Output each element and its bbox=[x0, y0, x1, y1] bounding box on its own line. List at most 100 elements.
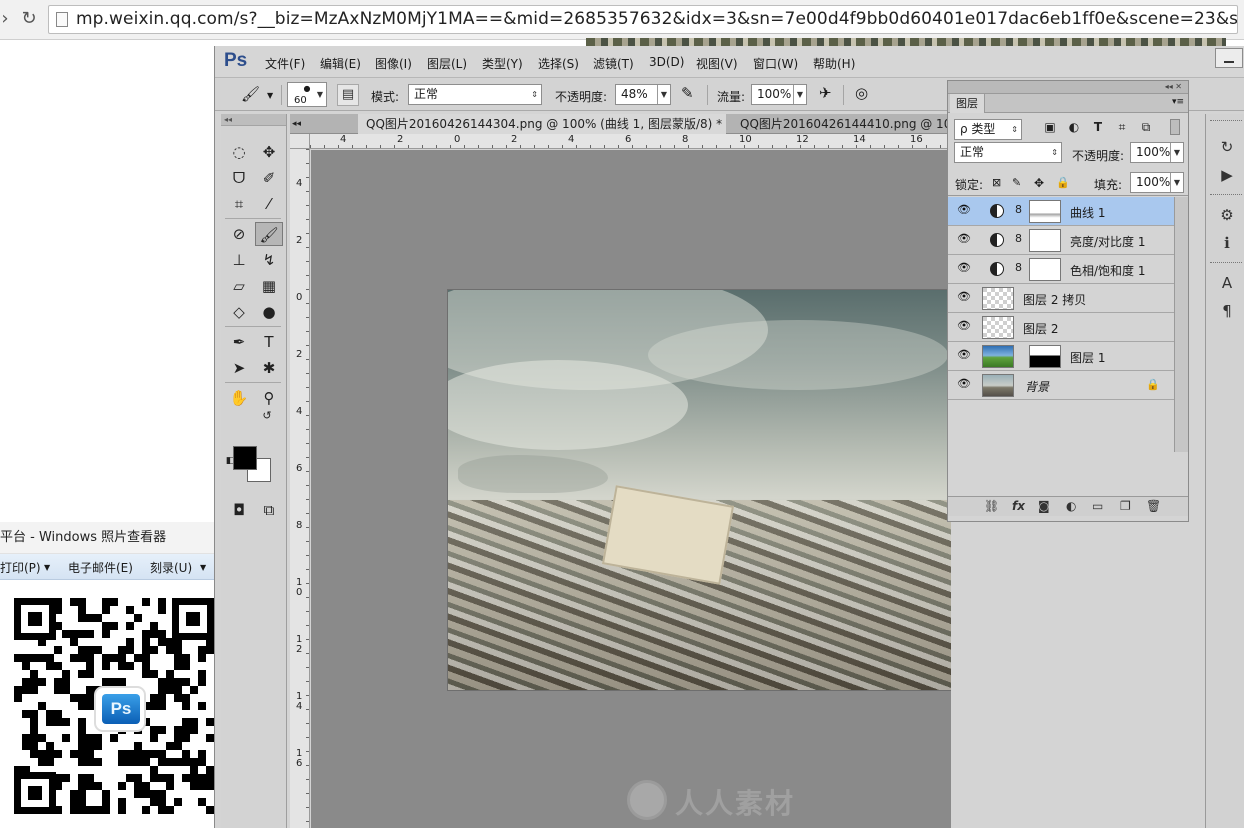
menu-image[interactable]: 图像(I) bbox=[375, 55, 412, 72]
actions-play-icon[interactable]: ▶ bbox=[1216, 164, 1238, 186]
marquee-tool-icon[interactable]: ◌ bbox=[225, 140, 253, 164]
quick-select-tool-icon[interactable]: ✐ bbox=[255, 166, 283, 190]
clone-stamp-tool-icon[interactable]: ⊥ bbox=[225, 248, 253, 272]
menu-window[interactable]: 窗口(W) bbox=[753, 55, 798, 72]
eyedropper-tool-icon[interactable]: ⁄ bbox=[255, 192, 283, 216]
layer-row-hue-saturation[interactable]: 👁 8 色相/饱和度 1 bbox=[948, 255, 1174, 284]
layer-row-brightness-contrast[interactable]: 👁 8 亮度/对比度 1 bbox=[948, 226, 1174, 255]
layer-row-layer1[interactable]: 👁 图层 1 bbox=[948, 342, 1174, 371]
visibility-eye-icon[interactable]: 👁 bbox=[956, 378, 972, 390]
layer-mask-thumbnail[interactable] bbox=[1029, 229, 1061, 252]
lock-image-icon[interactable]: ✎ bbox=[1012, 176, 1021, 189]
layer-thumbnail[interactable] bbox=[982, 345, 1014, 368]
visibility-eye-icon[interactable]: 👁 bbox=[956, 204, 972, 216]
character-icon[interactable]: A bbox=[1216, 272, 1238, 294]
new-layer-icon[interactable]: ❐ bbox=[1120, 499, 1131, 513]
flow-input[interactable]: 100% ▼ bbox=[751, 84, 807, 105]
canvas-area[interactable]: 人人素材 bbox=[311, 150, 951, 828]
brush-tool-icon[interactable]: 🖌 bbox=[255, 222, 283, 246]
visibility-eye-icon[interactable]: 👁 bbox=[956, 262, 972, 274]
history-brush-tool-icon[interactable]: ↯ bbox=[255, 248, 283, 272]
brush-tool-icon[interactable]: 🖌 bbox=[241, 85, 260, 103]
dodge-tool-icon[interactable]: ● bbox=[255, 300, 283, 324]
menu-help[interactable]: 帮助(H) bbox=[813, 55, 855, 72]
layer-mask-thumbnail[interactable] bbox=[1029, 345, 1061, 368]
link-icon[interactable]: 8 bbox=[1015, 261, 1022, 274]
filter-adjustment-icon[interactable]: ◐ bbox=[1066, 119, 1082, 135]
brush-preset-picker[interactable]: ● 60 ▼ bbox=[287, 82, 327, 107]
tabs-collapse-icon[interactable]: ◂◂ bbox=[290, 114, 304, 134]
lock-all-icon[interactable]: 🔒 bbox=[1056, 176, 1070, 189]
layers-scrollbar[interactable] bbox=[1174, 197, 1188, 452]
forward-icon[interactable]: › bbox=[0, 8, 16, 30]
blur-tool-icon[interactable]: ◇ bbox=[225, 300, 253, 324]
swap-colors-icon[interactable]: ↺ bbox=[259, 408, 275, 424]
link-icon[interactable]: 8 bbox=[1015, 203, 1022, 216]
delete-layer-icon[interactable]: 🗑 bbox=[1146, 499, 1161, 513]
history-icon[interactable]: ↻ bbox=[1216, 136, 1238, 158]
healing-brush-tool-icon[interactable]: ⊘ bbox=[225, 222, 253, 246]
chevron-down-icon[interactable]: ▼ bbox=[267, 91, 273, 100]
visibility-eye-icon[interactable]: 👁 bbox=[956, 349, 972, 361]
layer-row-layer2[interactable]: 👁 图层 2 bbox=[948, 313, 1174, 342]
viewer-menu-email[interactable]: 电子邮件(E) bbox=[68, 559, 133, 576]
link-layers-icon[interactable]: ⛓ bbox=[984, 499, 999, 513]
airbrush-icon[interactable]: ✈ bbox=[819, 84, 832, 102]
menu-layer[interactable]: 图层(L) bbox=[427, 55, 467, 72]
menu-edit[interactable]: 编辑(E) bbox=[320, 55, 361, 72]
menu-filter[interactable]: 滤镜(T) bbox=[593, 55, 634, 72]
reload-icon[interactable]: ↻ bbox=[18, 8, 40, 30]
zoom-tool-icon[interactable]: ⚲ bbox=[255, 386, 283, 410]
new-group-icon[interactable]: ▭ bbox=[1092, 499, 1103, 513]
layer-opacity-input[interactable]: 100% ▼ bbox=[1130, 142, 1184, 163]
pressure-opacity-icon[interactable]: ✎ bbox=[681, 84, 694, 102]
new-adjustment-icon[interactable]: ◐ bbox=[1066, 499, 1076, 513]
filter-type-icon[interactable]: T bbox=[1090, 119, 1106, 135]
link-icon[interactable]: 8 bbox=[1015, 232, 1022, 245]
visibility-eye-icon[interactable]: 👁 bbox=[956, 233, 972, 245]
fill-input[interactable]: 100% ▼ bbox=[1130, 172, 1184, 193]
crop-tool-icon[interactable]: ⌗ bbox=[225, 192, 253, 216]
layer-thumbnail[interactable] bbox=[982, 374, 1014, 397]
eraser-tool-icon[interactable]: ▱ bbox=[225, 274, 253, 298]
screen-mode-icon[interactable]: ⧉ bbox=[255, 498, 283, 522]
brush-panel-toggle-icon[interactable]: ▤ bbox=[337, 84, 359, 106]
layer-row-layer2-copy[interactable]: 👁 图层 2 拷贝 bbox=[948, 284, 1174, 313]
visibility-eye-icon[interactable]: 👁 bbox=[956, 320, 972, 332]
panel-menu-icon[interactable]: ▾≡ bbox=[1172, 97, 1184, 107]
menu-3d[interactable]: 3D(D) bbox=[649, 55, 684, 69]
info-icon[interactable]: ℹ bbox=[1216, 232, 1238, 254]
mode-select[interactable]: 正常 ⇕ bbox=[408, 84, 542, 105]
filter-smart-object-icon[interactable]: ⧉ bbox=[1138, 119, 1154, 135]
menu-view[interactable]: 视图(V) bbox=[696, 55, 738, 72]
quick-mask-icon[interactable]: ◘ bbox=[225, 498, 253, 522]
hand-tool-icon[interactable]: ✋ bbox=[225, 386, 253, 410]
tab-layers[interactable]: 图层 bbox=[950, 94, 985, 113]
lock-position-icon[interactable]: ✥ bbox=[1034, 176, 1044, 190]
foreground-color-swatch[interactable] bbox=[233, 446, 257, 470]
viewer-menu-burn[interactable]: 刻录(U) bbox=[150, 559, 192, 576]
pen-tool-icon[interactable]: ✒ bbox=[225, 330, 253, 354]
add-mask-icon[interactable]: ◙ bbox=[1038, 499, 1050, 513]
viewer-menu-print[interactable]: 打印(P) bbox=[0, 559, 41, 576]
type-tool-icon[interactable]: T bbox=[255, 330, 283, 354]
path-select-tool-icon[interactable]: ➤ bbox=[225, 356, 253, 380]
gradient-tool-icon[interactable]: ▦ bbox=[255, 274, 283, 298]
blend-mode-select[interactable]: 正常 ⇕ bbox=[954, 142, 1062, 163]
minimize-button[interactable] bbox=[1215, 48, 1243, 68]
adjustments-icon[interactable]: ⚙ bbox=[1216, 204, 1238, 226]
pressure-size-icon[interactable]: ◎ bbox=[855, 84, 868, 102]
opacity-input[interactable]: 48% ▼ bbox=[615, 84, 671, 105]
lock-transparent-icon[interactable]: ⊠ bbox=[992, 176, 1001, 189]
layer-thumbnail[interactable] bbox=[982, 287, 1014, 310]
tab-document-1[interactable]: QQ图片20160426144304.png @ 100% (曲线 1, 图层蒙… bbox=[358, 114, 726, 134]
filter-shape-icon[interactable]: ⌗ bbox=[1114, 119, 1130, 135]
filter-toggle[interactable] bbox=[1170, 119, 1180, 135]
visibility-eye-icon[interactable]: 👁 bbox=[956, 291, 972, 303]
move-tool-icon[interactable]: ✥ bbox=[255, 140, 283, 164]
layer-mask-thumbnail[interactable] bbox=[1029, 258, 1061, 281]
layer-row-background[interactable]: 👁 背景 🔒 bbox=[948, 371, 1174, 400]
address-bar[interactable]: mp.weixin.qq.com/s?__biz=MzAxNzM0MjY1MA=… bbox=[48, 5, 1238, 34]
menu-file[interactable]: 文件(F) bbox=[265, 55, 305, 72]
lasso-tool-icon[interactable]: ᗜ bbox=[225, 166, 253, 190]
